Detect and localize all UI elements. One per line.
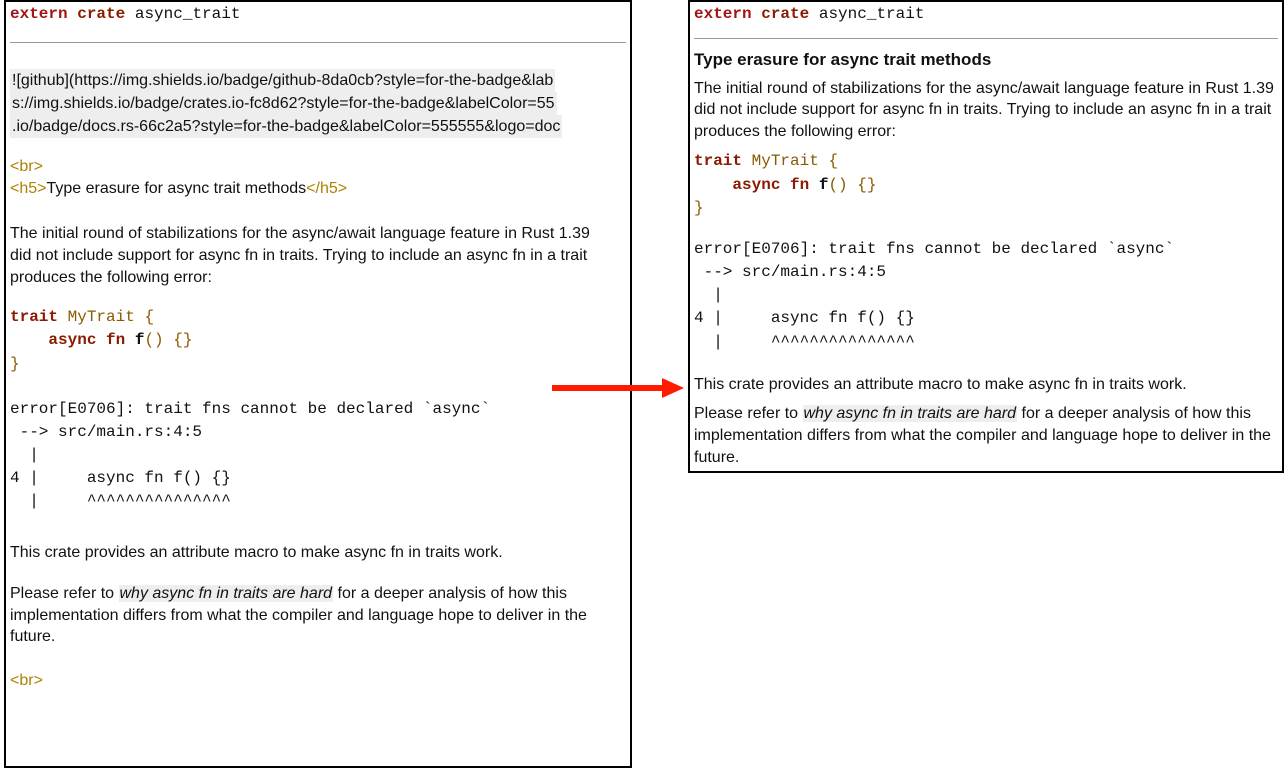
code-trait-block-r: trait MyTrait { async fn f() {} } <box>694 150 1278 220</box>
tok-fn-kw: fn <box>106 331 125 349</box>
rendered-h5-title: Type erasure for async trait methods <box>694 49 1278 72</box>
badge-markdown-block: ![github](https://img.shields.io/badge/g… <box>10 69 626 139</box>
tok-brace-open: { <box>144 308 154 326</box>
tok-brace-close-r: } <box>694 199 704 217</box>
tok-fn-kw-r: fn <box>790 176 809 194</box>
crate-decl: extern crate async_trait <box>10 4 626 30</box>
kw-crate-r: crate <box>761 5 809 23</box>
refer-a-r: Please refer to <box>694 405 803 422</box>
source-panel: extern crate async_trait ![github](https… <box>4 0 632 768</box>
h5-close: </h5> <box>306 180 347 197</box>
tok-fn-name-r: f <box>819 176 829 194</box>
divider <box>10 42 626 43</box>
h5-open: <h5> <box>10 180 46 197</box>
tok-type-name-r: MyTrait <box>752 152 819 170</box>
raw-br-tag: <br> <box>10 156 626 178</box>
para-attr-macro-r: This crate provides an attribute macro t… <box>694 374 1278 396</box>
badge-line-2: s://img.shields.io/badge/crates.io-fc8d6… <box>10 92 557 115</box>
refer-link[interactable]: why async fn in traits are hard <box>119 585 334 602</box>
tok-brace-open-r: { <box>828 152 838 170</box>
source-panel-inner: extern crate async_trait ![github](https… <box>6 2 630 696</box>
compiler-error-block: error[E0706]: trait fns cannot be declar… <box>10 398 626 514</box>
refer-link-r[interactable]: why async fn in traits are hard <box>803 405 1018 422</box>
kw-extern-r: extern <box>694 5 752 23</box>
compiler-error-block-r: error[E0706]: trait fns cannot be declar… <box>694 238 1278 354</box>
tok-fn-name: f <box>135 331 145 349</box>
raw-h5-line: <h5>Type erasure for async trait methods… <box>10 178 626 200</box>
tok-async-r: async <box>732 176 780 194</box>
rendered-panel-inner: extern crate async_trait Type erasure fo… <box>690 2 1282 473</box>
raw-br-tag-2: <br> <box>10 670 626 692</box>
tok-type-name: MyTrait <box>68 308 135 326</box>
badge-line-3: .io/badge/docs.rs-66c2a5?style=for-the-b… <box>10 115 562 138</box>
indent <box>10 331 48 349</box>
badge-line-1: ![github](https://img.shields.io/badge/g… <box>10 69 555 92</box>
intro-para: The initial round of stabilizations for … <box>10 223 610 288</box>
crate-ident: async_trait <box>135 5 241 23</box>
h5-title-text: Type erasure for async trait methods <box>46 180 306 197</box>
divider-r <box>694 38 1278 39</box>
kw-crate: crate <box>77 5 125 23</box>
tok-fn-rest: () {} <box>144 331 192 349</box>
crate-ident-r: async_trait <box>819 5 925 23</box>
rendered-panel: extern crate async_trait Type erasure fo… <box>688 0 1284 473</box>
para-refer: Please refer to why async fn in traits a… <box>10 583 610 648</box>
crate-decl-rendered: extern crate async_trait <box>694 4 1278 30</box>
tok-brace-close: } <box>10 355 20 373</box>
indent-r <box>694 176 732 194</box>
para-attr-macro: This crate provides an attribute macro t… <box>10 542 626 564</box>
intro-para-r: The initial round of stabilizations for … <box>694 78 1274 143</box>
tok-async: async <box>48 331 96 349</box>
tok-trait: trait <box>10 308 58 326</box>
kw-extern: extern <box>10 5 68 23</box>
para-refer-r: Please refer to why async fn in traits a… <box>694 403 1274 468</box>
tok-fn-rest-r: () {} <box>828 176 876 194</box>
refer-a: Please refer to <box>10 585 119 602</box>
code-trait-block: trait MyTrait { async fn f() {} } <box>10 306 626 376</box>
tok-trait-r: trait <box>694 152 742 170</box>
comparison-stage: extern crate async_trait ![github](https… <box>0 0 1285 768</box>
